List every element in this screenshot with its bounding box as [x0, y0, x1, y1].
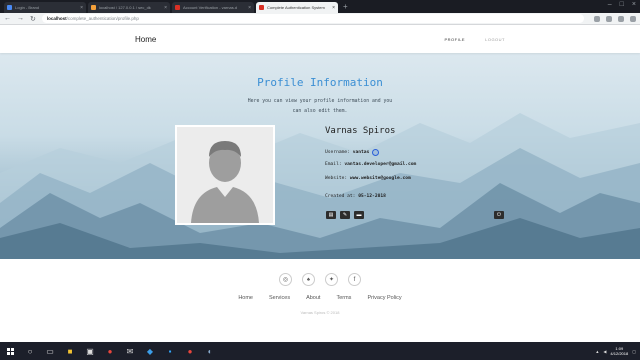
app-icon[interactable]: ●	[183, 345, 197, 357]
notifications-icon[interactable]: ▢	[632, 349, 636, 354]
twitter-icon[interactable]: ✦	[325, 273, 338, 286]
tab-title: Login - Brand	[15, 5, 40, 10]
extensions	[594, 15, 636, 22]
footer-links: Home Services About Terms Privacy Policy	[0, 295, 640, 301]
email-value: vantas.developer@gmail.com	[344, 162, 417, 167]
file-explorer-icon[interactable]: ■	[63, 345, 77, 357]
task-view-icon[interactable]: ▭	[43, 345, 57, 357]
photoshop-icon[interactable]: ▪	[163, 345, 177, 357]
bookmark-star-icon[interactable]	[594, 15, 600, 22]
footer-link-about[interactable]: About	[306, 295, 320, 301]
tab-title: Complete Authentication System	[267, 5, 325, 10]
new-tab-icon[interactable]: +	[343, 2, 348, 11]
website-value: www.website@google.com	[349, 176, 411, 181]
search-icon[interactable]: ○	[23, 345, 37, 357]
change-password-button[interactable]: ▬	[354, 211, 364, 219]
reload-icon[interactable]: ↻	[30, 15, 36, 23]
edit-profile-button[interactable]: ✎	[340, 211, 350, 219]
close-window-icon[interactable]: ×	[632, 1, 636, 8]
tab-title: localhost / 127.0.0.1 / sec_dk	[99, 5, 151, 10]
default-avatar-icon	[177, 127, 273, 223]
save-icon: ▤	[328, 211, 334, 218]
mouse-cursor-highlight	[372, 149, 379, 156]
os-taskbar: ○ ▭ ■ ▣ ● ✉ ◆ ▪ ● ◐ ▲ ◀ 1:09 4/12/2018 ▢	[0, 342, 640, 360]
username-label: Username:	[325, 150, 350, 155]
website-row: Website: www.website@google.com	[325, 176, 411, 181]
footer-link-services[interactable]: Services	[269, 295, 290, 301]
lock-icon: ▬	[356, 211, 362, 218]
system-tray: ▲ ◀ 1:09 4/12/2018 ▢	[595, 346, 640, 356]
browser-tab-3[interactable]: Account Verification - varnas.d ×	[172, 2, 254, 13]
footer-link-privacy[interactable]: Privacy Policy	[367, 295, 401, 301]
window-controls: – □ ×	[608, 1, 636, 8]
volume-icon[interactable]: ◀	[603, 349, 606, 354]
browser-tabbar: Login - Brand × localhost / 127.0.0.1 / …	[0, 0, 640, 13]
browser-tab-1[interactable]: Login - Brand ×	[4, 2, 86, 13]
profile-subtitle: Here you can view your profile informati…	[247, 99, 393, 114]
nav-logout-link[interactable]: LOGOUT	[485, 37, 505, 42]
created-row: Created at: 05-12-2018	[325, 194, 386, 199]
browser-toolbar: ← → ↻ localhost /complete_authentication…	[0, 13, 640, 25]
close-tab-icon[interactable]: ×	[332, 5, 335, 11]
profile-name: Varnas Spiros	[325, 126, 396, 136]
brand-link[interactable]: Home	[135, 35, 156, 44]
website-label: Website:	[325, 176, 348, 181]
footer-copyright: Varnas Spiros © 2018	[300, 310, 340, 315]
username-row: Username: vantas	[325, 150, 369, 155]
footer-link-terms[interactable]: Terms	[336, 295, 351, 301]
browser-tab-4[interactable]: Complete Authentication System ×	[256, 2, 338, 13]
close-tab-icon[interactable]: ×	[248, 5, 251, 11]
power-icon: ⏻	[497, 211, 501, 218]
vscode-icon[interactable]: ◆	[143, 345, 157, 357]
site-navbar: Home PROFILE LOGOUT	[0, 25, 640, 53]
menu-icon[interactable]	[630, 15, 636, 22]
url-path: /complete_authentication/profile.php	[66, 16, 139, 21]
tab-favicon-icon	[7, 5, 12, 10]
avatar	[175, 125, 275, 225]
address-bar[interactable]: localhost /complete_authentication/profi…	[41, 14, 584, 23]
nav-profile-link[interactable]: PROFILE	[444, 37, 465, 42]
network-icon[interactable]: ▲	[595, 349, 599, 354]
close-tab-icon[interactable]: ×	[80, 5, 83, 11]
clock[interactable]: 1:09 4/12/2018	[610, 346, 628, 356]
social-links: ◎ ♠ ✦ f	[0, 273, 640, 286]
site-footer: ◎ ♠ ✦ f Home Services About Terms Privac…	[0, 259, 640, 342]
close-tab-icon[interactable]: ×	[164, 5, 167, 11]
windows-start-icon[interactable]	[3, 345, 17, 357]
tab-favicon-icon	[175, 5, 180, 10]
tab-favicon-icon	[91, 5, 96, 10]
nav-links: PROFILE LOGOUT	[444, 37, 505, 42]
snapchat-icon[interactable]: ♠	[302, 273, 315, 286]
app-icon[interactable]: ◐	[203, 345, 217, 357]
profile-hero: Profile Information Here you can view yo…	[0, 53, 640, 259]
instagram-icon[interactable]: ◎	[279, 273, 292, 286]
web-page: Home PROFILE LOGOUT Profile Information …	[0, 25, 640, 342]
tab-favicon-icon	[259, 5, 264, 10]
created-label: Created at:	[325, 194, 356, 199]
extension-icon[interactable]	[606, 15, 612, 22]
forward-icon[interactable]: →	[17, 15, 24, 22]
mail-icon[interactable]: ✉	[123, 345, 137, 357]
maximize-icon[interactable]: □	[620, 1, 624, 8]
footer-link-home[interactable]: Home	[238, 295, 253, 301]
tab-title: Account Verification - varnas.d	[183, 5, 238, 10]
chrome-icon[interactable]: ●	[103, 345, 117, 357]
created-value: 05-12-2018	[358, 194, 386, 199]
save-profile-button[interactable]: ▤	[326, 211, 336, 219]
back-icon[interactable]: ←	[4, 15, 11, 22]
email-row: Email: vantas.developer@gmail.com	[325, 162, 416, 167]
username-value: vantas	[352, 150, 370, 155]
profile-title: Profile Information	[257, 76, 383, 89]
facebook-icon[interactable]: f	[348, 273, 361, 286]
url-host: localhost	[46, 16, 67, 21]
email-label: Email:	[325, 162, 342, 167]
edit-icon: ✎	[342, 211, 348, 218]
browser-tab-2[interactable]: localhost / 127.0.0.1 / sec_dk ×	[88, 2, 170, 13]
store-icon[interactable]: ▣	[83, 345, 97, 357]
clock-date: 4/12/2018	[610, 351, 629, 356]
minimize-icon[interactable]: –	[608, 1, 612, 8]
power-button[interactable]: ⏻	[494, 211, 504, 219]
extension-icon[interactable]	[618, 15, 624, 22]
